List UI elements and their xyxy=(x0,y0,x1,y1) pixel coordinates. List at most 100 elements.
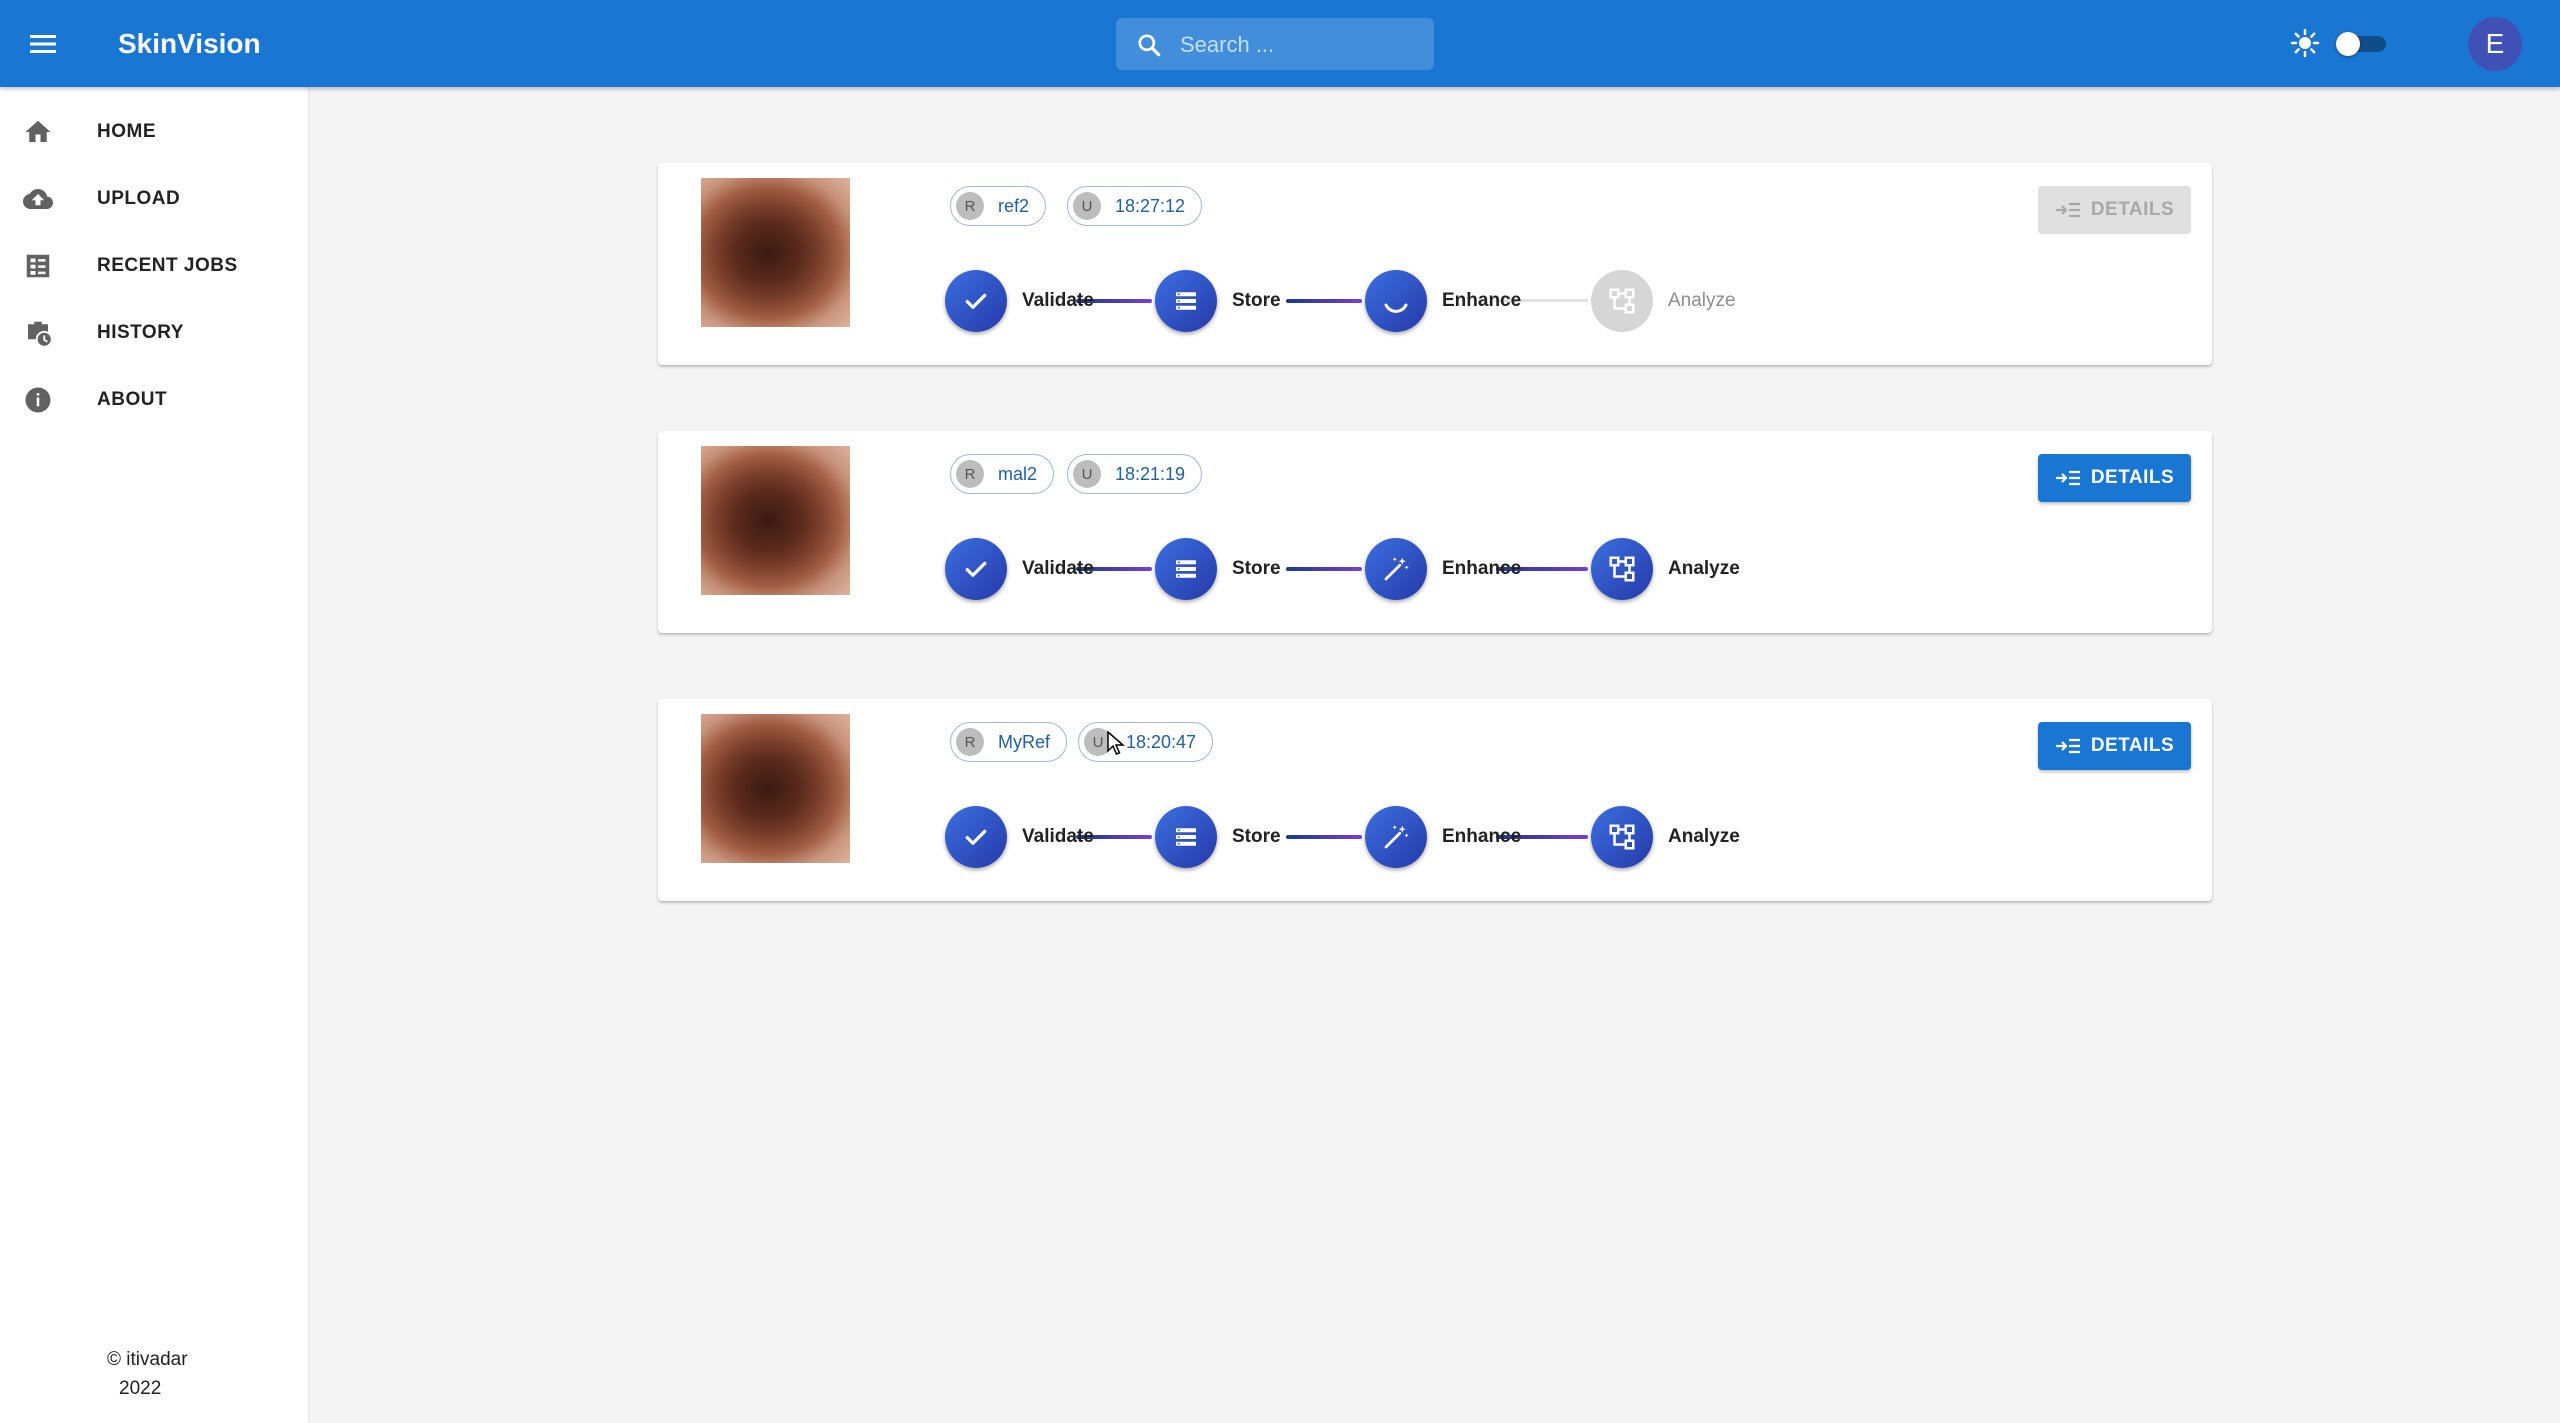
lesion-thumbnail[interactable] xyxy=(701,714,850,863)
check-icon xyxy=(961,286,991,316)
store-icon xyxy=(1171,822,1201,852)
history-icon xyxy=(28,321,53,348)
step-store-status xyxy=(1155,538,1217,600)
step-enhance-status xyxy=(1365,806,1427,868)
lesion-thumbnail[interactable] xyxy=(701,178,850,327)
sidebar-item-label: RECENT JOBS xyxy=(97,255,238,276)
step-store-status xyxy=(1155,806,1217,868)
job-card: R mal2 U 18:21:19 Validate Store Enhance Ana… xyxy=(658,431,2212,633)
step-label: Analyze xyxy=(1668,558,1740,579)
sidebar-item-label: UPLOAD xyxy=(97,188,181,209)
reference-chip[interactable]: R MyRef xyxy=(950,722,1068,762)
chip-label: 18:27:12 xyxy=(1115,195,1186,216)
details-icon xyxy=(2055,200,2091,220)
toggle-thumb xyxy=(2336,32,2360,56)
chip-label: ref2 xyxy=(998,195,1030,216)
sidebar: HOME UPLOAD RECENT JOBS HISTORY ABOUT © … xyxy=(0,87,309,1423)
store-icon xyxy=(1171,286,1201,316)
details-button[interactable]: DETAILS xyxy=(2038,454,2191,502)
chip-avatar: R xyxy=(956,192,984,220)
sidebar-item-history[interactable]: HISTORY xyxy=(0,304,308,362)
details-button[interactable]: DETAILS xyxy=(2038,186,2191,234)
details-icon xyxy=(2055,736,2091,756)
chip-label: MyRef xyxy=(998,731,1051,752)
step-enhance-status xyxy=(1365,270,1427,332)
details-label: DETAILS xyxy=(2090,199,2175,220)
store-icon xyxy=(1171,554,1201,584)
reference-chip[interactable]: R ref2 xyxy=(950,186,1047,226)
magic-wand-icon xyxy=(1381,822,1411,852)
time-chip[interactable]: U 18:27:12 xyxy=(1067,186,1203,226)
step-connector xyxy=(1286,567,1362,571)
reference-chip[interactable]: R mal2 xyxy=(950,454,1055,494)
step-analyze-status xyxy=(1591,270,1653,332)
copyright: © itivadar 2022 xyxy=(107,1345,188,1403)
check-icon xyxy=(961,822,991,852)
sidebar-item-upload[interactable]: UPLOAD xyxy=(0,170,308,228)
app-title[interactable]: SkinVision xyxy=(118,26,261,62)
analyze-icon xyxy=(1607,822,1637,852)
job-card: R MyRef U 18:20:47 Validate Store Enhance An… xyxy=(658,699,2212,901)
sidebar-item-label: HOME xyxy=(97,121,156,142)
details-label: DETAILS xyxy=(2090,735,2175,756)
progress-spinner-icon xyxy=(1378,283,1414,319)
details-label: DETAILS xyxy=(2090,467,2175,488)
sidebar-item-about[interactable]: ABOUT xyxy=(0,371,308,429)
info-icon xyxy=(25,387,51,413)
mouse-cursor-icon xyxy=(1107,730,1126,762)
step-label: Enhance xyxy=(1442,826,1522,847)
step-label: Validate xyxy=(1022,290,1094,311)
app-bar: SkinVision E xyxy=(0,0,2560,87)
sidebar-item-label: ABOUT xyxy=(97,389,168,410)
theme-toggle[interactable] xyxy=(2336,32,2388,56)
chip-avatar: U xyxy=(1073,460,1101,488)
details-button[interactable]: DETAILS xyxy=(2038,722,2191,770)
check-icon xyxy=(961,554,991,584)
copyright-year: 2022 xyxy=(119,1378,162,1399)
step-connector xyxy=(1286,299,1362,303)
step-label: Enhance xyxy=(1442,558,1522,579)
step-label: Validate xyxy=(1022,826,1094,847)
step-label: Validate xyxy=(1022,558,1094,579)
step-analyze-status xyxy=(1591,538,1653,600)
chip-avatar: R xyxy=(956,460,984,488)
time-chip[interactable]: U 18:21:19 xyxy=(1067,454,1203,494)
step-label: Analyze xyxy=(1668,826,1740,847)
time-chip[interactable]: U 18:20:47 xyxy=(1078,722,1214,762)
chip-avatar: U xyxy=(1073,192,1101,220)
analyze-icon xyxy=(1607,286,1637,316)
cloud-upload-icon xyxy=(23,189,53,209)
step-label: Store xyxy=(1232,826,1281,847)
chip-avatar: R xyxy=(956,728,984,756)
step-enhance-status xyxy=(1365,538,1427,600)
menu-icon[interactable] xyxy=(25,26,61,62)
search-box[interactable] xyxy=(1116,18,1434,72)
analyze-icon xyxy=(1607,554,1637,584)
chip-label: mal2 xyxy=(998,463,1038,484)
lesion-thumbnail[interactable] xyxy=(701,446,850,595)
search-icon xyxy=(1138,34,1161,57)
home-icon xyxy=(25,120,51,142)
chip-label: 18:20:47 xyxy=(1126,731,1197,752)
search-input[interactable] xyxy=(1178,18,1422,72)
step-validate-status xyxy=(945,538,1007,600)
step-label: Analyze xyxy=(1668,290,1736,311)
sidebar-item-recent-jobs[interactable]: RECENT JOBS xyxy=(0,237,308,295)
step-analyze-status xyxy=(1591,806,1653,868)
magic-wand-icon xyxy=(1381,554,1411,584)
step-label: Store xyxy=(1232,558,1281,579)
chip-label: 18:21:19 xyxy=(1115,463,1186,484)
recent-jobs-icon xyxy=(26,254,50,278)
details-icon xyxy=(2055,468,2091,488)
sidebar-item-label: HISTORY xyxy=(97,322,184,343)
step-label: Enhance xyxy=(1442,290,1522,311)
sidebar-item-home[interactable]: HOME xyxy=(0,103,308,161)
step-connector xyxy=(1286,835,1362,839)
step-validate-status xyxy=(945,806,1007,868)
user-avatar[interactable]: E xyxy=(2468,17,2522,71)
job-card: R ref2 U 18:27:12 Validate Store Enhance Ana… xyxy=(658,163,2212,365)
step-validate-status xyxy=(945,270,1007,332)
moon-icon xyxy=(2406,28,2436,63)
sun-icon xyxy=(2290,28,2320,63)
copyright-text: © itivadar xyxy=(107,1349,188,1370)
